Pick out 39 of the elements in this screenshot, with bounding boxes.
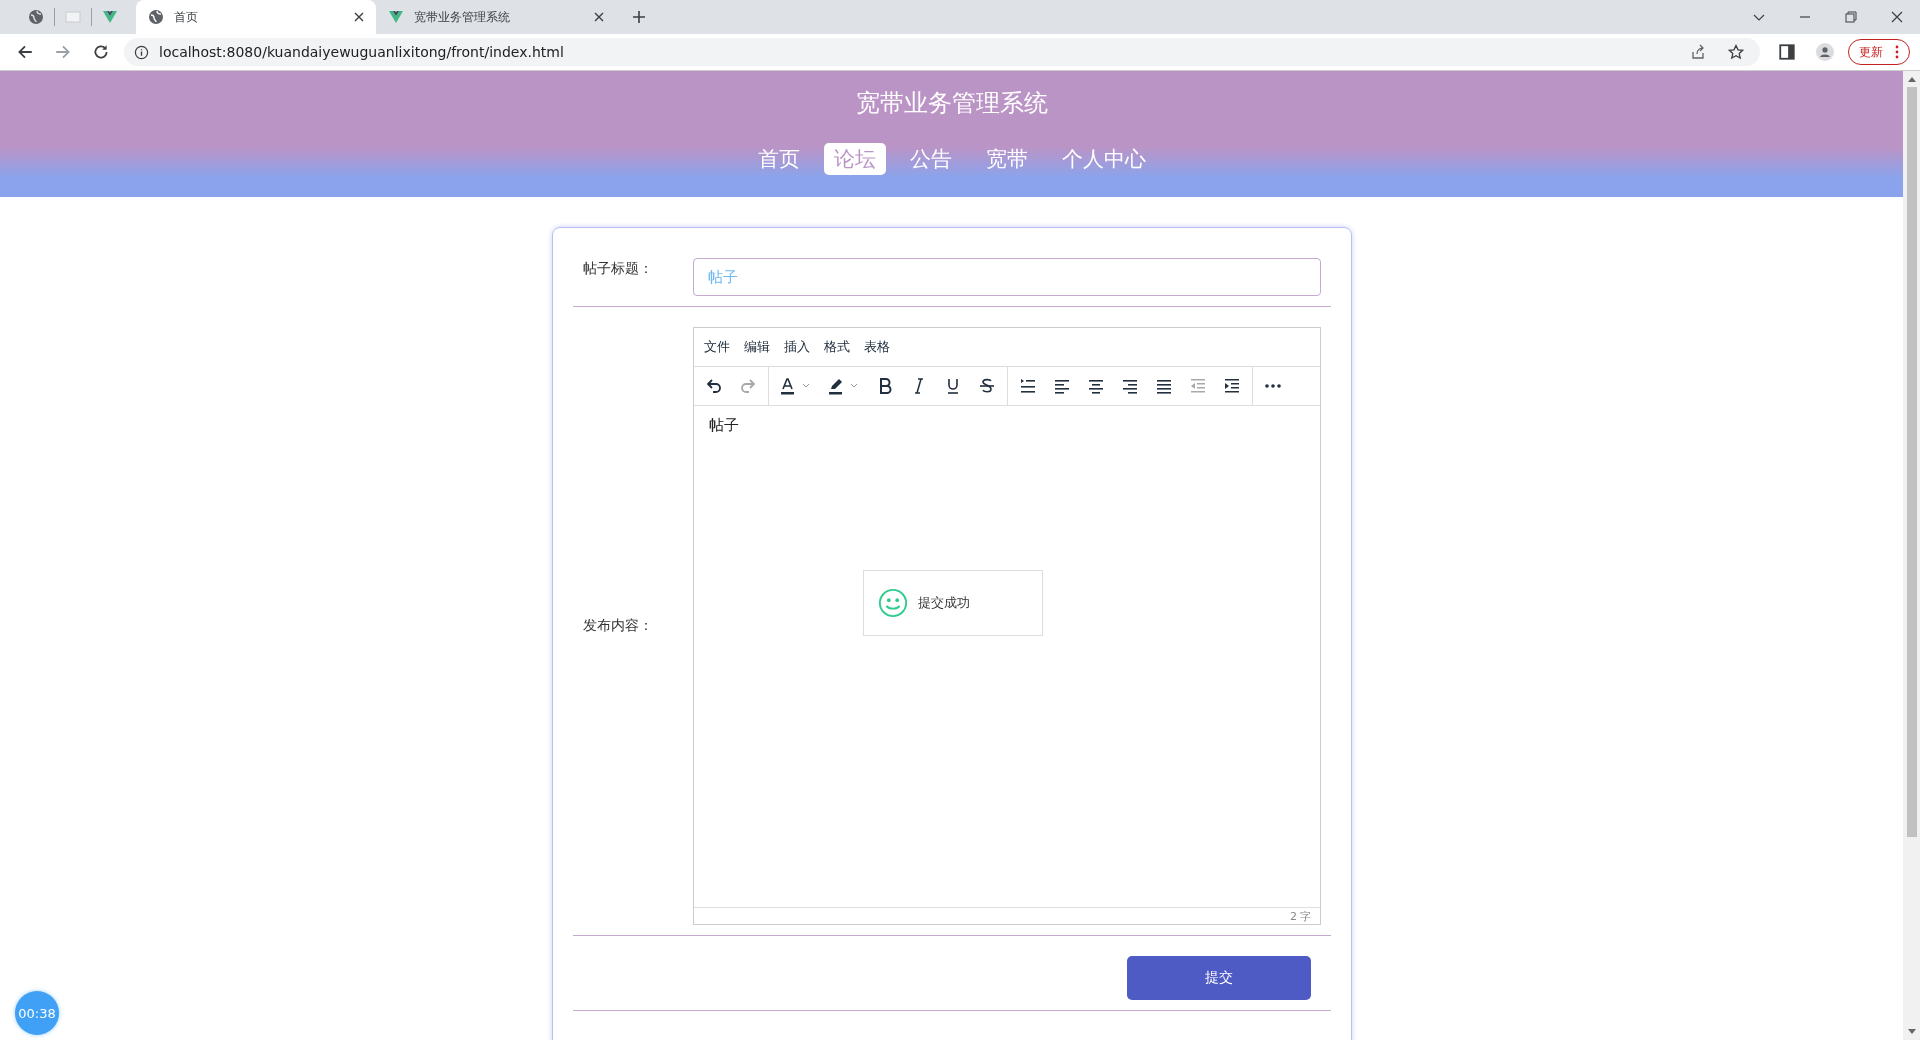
share-icon[interactable] bbox=[1690, 44, 1706, 60]
editor-menu-item[interactable]: 插入 bbox=[783, 338, 810, 356]
back-icon[interactable] bbox=[16, 43, 34, 61]
restore-icon[interactable] bbox=[1844, 10, 1858, 24]
new-tab-icon[interactable] bbox=[632, 10, 646, 24]
field-label: 发布内容： bbox=[582, 617, 654, 635]
scroll-down-icon[interactable] bbox=[1907, 1029, 1916, 1035]
toast-message: 提交成功 bbox=[917, 594, 970, 612]
editor-menu-item[interactable]: 文件 bbox=[703, 338, 730, 356]
word-count: 2 字 bbox=[1290, 908, 1312, 924]
reload-icon[interactable] bbox=[92, 43, 110, 61]
browser-tab[interactable]: 首页 bbox=[136, 0, 376, 34]
editor-text: 帖子 bbox=[708, 416, 740, 435]
info-icon[interactable] bbox=[134, 44, 149, 60]
scroll-up-icon[interactable] bbox=[1907, 76, 1916, 82]
site-title: 宽带业务管理系统 bbox=[855, 88, 1048, 119]
editor-menu-item[interactable]: 格式 bbox=[823, 338, 850, 356]
v-logo-icon bbox=[388, 9, 404, 25]
smiley-icon bbox=[877, 588, 908, 618]
editor-menu-item[interactable]: 表格 bbox=[863, 338, 890, 356]
browser-tab[interactable]: 宽带业务管理系统 bbox=[376, 0, 616, 34]
star-icon[interactable] bbox=[1728, 44, 1744, 60]
profile-icon[interactable] bbox=[1816, 43, 1834, 61]
more-icon bbox=[1895, 45, 1899, 59]
forward-icon[interactable] bbox=[54, 43, 72, 61]
submit-button[interactable]: 提交 bbox=[1126, 956, 1311, 1000]
globe-icon[interactable] bbox=[28, 9, 44, 25]
address-bar[interactable]: localhost:8080/kuandaiyewuguanlixitong/front/index.html bbox=[124, 38, 1760, 66]
close-icon[interactable] bbox=[1890, 10, 1904, 24]
url-text: localhost:8080/kuandaiyewuguanlixitong/front/index.html bbox=[159, 44, 564, 60]
editor-menu-item[interactable]: 编辑 bbox=[743, 338, 770, 356]
side-panel-icon[interactable] bbox=[1778, 43, 1796, 61]
close-icon[interactable] bbox=[354, 12, 364, 22]
scrollbar[interactable] bbox=[1903, 71, 1920, 1040]
update-button[interactable]: 更新 bbox=[1848, 39, 1910, 65]
globe-icon bbox=[148, 9, 164, 25]
close-icon[interactable] bbox=[594, 12, 604, 22]
field-label: 帖子标题： bbox=[582, 260, 654, 278]
v-logo-icon[interactable] bbox=[102, 9, 118, 25]
